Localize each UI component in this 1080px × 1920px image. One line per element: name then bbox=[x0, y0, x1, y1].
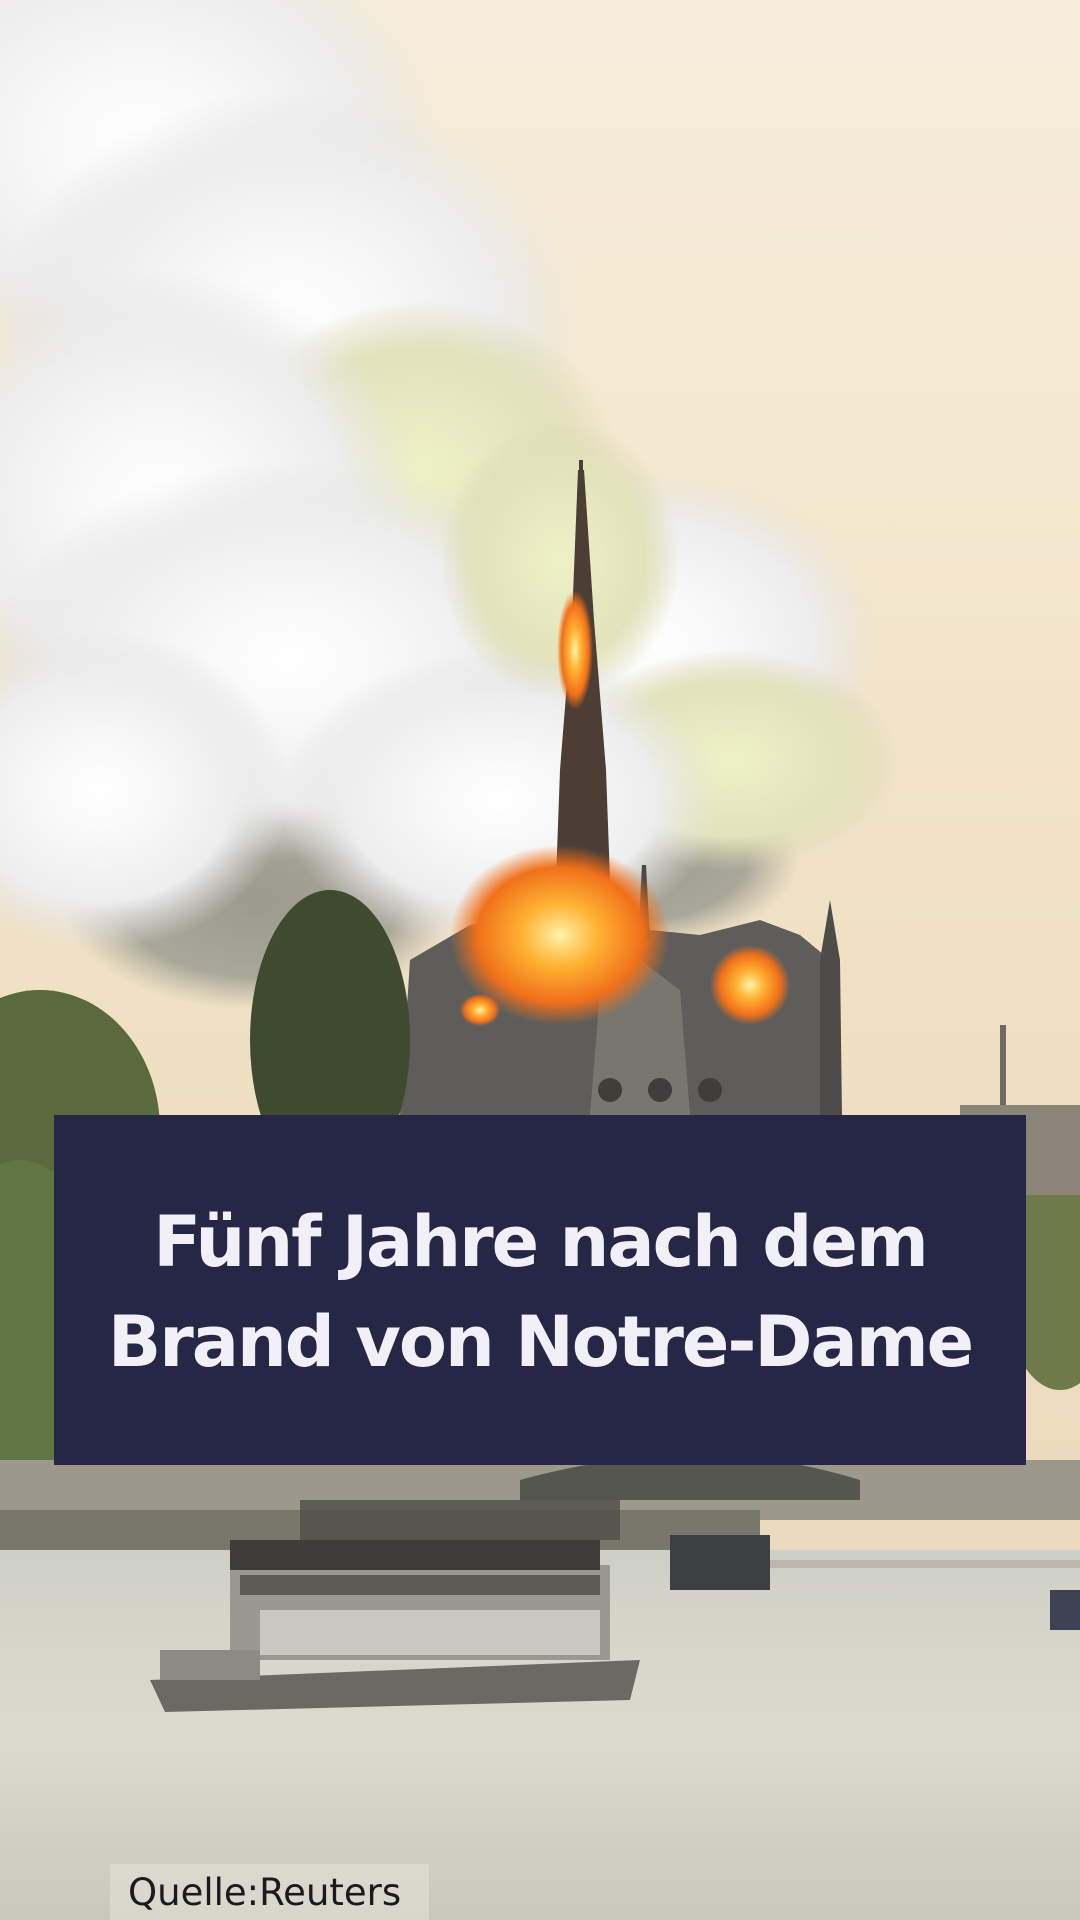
notre-dame-fire-photo bbox=[0, 0, 1080, 1920]
video-frame: Fünf Jahre nach dem Brand von Notre-Dame… bbox=[0, 0, 1080, 1920]
headline-line-1: Fünf Jahre nach dem bbox=[153, 1201, 929, 1283]
source-credit: Quelle: Reuters bbox=[110, 1864, 430, 1920]
source-value: Reuters bbox=[259, 1870, 402, 1914]
headline-line-2: Brand von Notre-Dame bbox=[107, 1301, 974, 1383]
headline-banner: Fünf Jahre nach dem Brand von Notre-Dame bbox=[54, 1115, 1026, 1465]
source-label: Quelle: bbox=[128, 1870, 260, 1914]
